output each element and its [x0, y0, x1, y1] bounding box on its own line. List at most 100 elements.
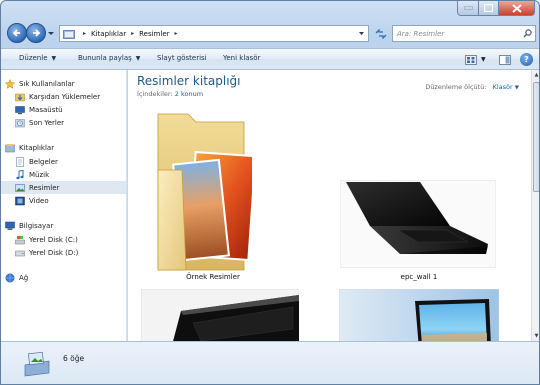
share-with-button[interactable]: Bununla paylaş ▼ [78, 54, 140, 62]
minimize-button[interactable] [457, 1, 479, 16]
help-icon: ? [524, 55, 529, 64]
libraries-icon [5, 143, 15, 152]
arrow-left-icon [12, 29, 20, 37]
item-count: 6 öğe [63, 354, 85, 363]
nav-item-recent-places[interactable]: Son Yerler [15, 116, 126, 129]
library-icon [63, 29, 75, 39]
nav-favorites-label: Sık Kullanılanlar [19, 79, 75, 88]
nav-computer-header[interactable]: Bilgisayar [5, 219, 130, 232]
preview-pane-icon [499, 54, 511, 65]
organize-button[interactable]: Düzenle ▼ [19, 54, 56, 62]
navigation-pane: Sık Kullanılanlar Karşıdan Yüklemeler Ma… [1, 70, 127, 341]
explorer-window: ▸ Kitaplıklar ▸ Resimler ▸ Ara: Resimler… [0, 0, 540, 385]
help-button[interactable]: ? [520, 53, 533, 66]
chevron-down-icon: ▼ [51, 54, 57, 62]
nav-item-pictures-label: Resimler [29, 183, 60, 192]
nav-item-videos[interactable]: Video [15, 194, 126, 207]
nav-item-disk-c[interactable]: Yerel Disk (C:) [15, 233, 126, 246]
list-item[interactable] [339, 289, 499, 341]
address-bar[interactable]: ▸ Kitaplıklar ▸ Resimler ▸ [59, 25, 369, 42]
breadcrumb-libraries[interactable]: Kitaplıklar [91, 30, 126, 38]
recent-places-icon [15, 118, 25, 127]
scroll-down-icon[interactable]: ▼ [533, 332, 539, 340]
nav-item-pictures[interactable]: Resimler [1, 181, 126, 194]
nav-item-desktop-label: Masaüstü [29, 105, 63, 114]
change-view-button[interactable]: ▼ [465, 52, 486, 67]
nav-item-desktop[interactable]: Masaüstü [15, 103, 126, 116]
nav-item-documents[interactable]: Belgeler [15, 155, 126, 168]
folder-icon [157, 113, 252, 271]
breadcrumb-separator-icon[interactable]: ▸ [175, 30, 178, 37]
navigation-bar: ▸ Kitaplıklar ▸ Resimler ▸ Ara: Resimler [5, 23, 537, 45]
preview-pane-button[interactable] [499, 52, 511, 67]
close-icon [511, 3, 522, 13]
library-includes: İçindekiler: 2 konum [137, 90, 203, 98]
item-label: Örnek Resimler [186, 273, 240, 281]
refresh-button[interactable] [373, 25, 389, 42]
view-thumbnails-icon [465, 54, 477, 65]
nav-item-videos-label: Video [29, 196, 49, 205]
breadcrumb-separator-icon[interactable]: ▸ [131, 30, 134, 37]
search-input[interactable]: Ara: Resimler [397, 30, 444, 38]
slideshow-button[interactable]: Slayt gösterisi [157, 54, 207, 62]
search-icon[interactable] [523, 29, 532, 38]
list-item[interactable] [150, 107, 260, 287]
chevron-down-icon: ▼ [135, 54, 141, 62]
drive-icon [15, 250, 25, 256]
breadcrumb-separator-icon: ▸ [83, 30, 87, 37]
new-folder-label: Yeni klasör [223, 54, 261, 62]
nav-libraries-label: Kitaplıklar [19, 143, 55, 152]
new-folder-button[interactable]: Yeni klasör [223, 54, 260, 62]
forward-button[interactable] [26, 23, 46, 43]
nav-item-documents-label: Belgeler [29, 157, 58, 166]
breadcrumb-pictures[interactable]: Resimler [139, 30, 169, 38]
chevron-down-icon[interactable] [358, 30, 365, 37]
image-thumbnail [339, 179, 497, 269]
arrange-by-dropdown[interactable]: Klasör ▼ [493, 83, 519, 91]
share-with-label: Bununla paylaş [78, 54, 132, 62]
scroll-up-icon[interactable]: ▲ [533, 71, 539, 79]
chevron-down-icon: ▼ [514, 85, 519, 91]
recent-pages-dropdown[interactable] [47, 29, 55, 37]
nav-item-music[interactable]: Müzik [15, 168, 126, 181]
list-item[interactable] [339, 179, 497, 270]
vertical-scrollbar[interactable]: ▲ ▼ [531, 70, 539, 341]
refresh-icon [375, 28, 387, 39]
music-note-icon [16, 169, 24, 179]
nav-item-disk-d-label: Yerel Disk (D:) [29, 248, 79, 257]
image-thumbnail [339, 289, 499, 341]
organize-label: Düzenle [19, 54, 48, 62]
nav-computer-label: Bilgisayar [19, 221, 54, 230]
chevron-down-icon[interactable]: ▼ [481, 56, 486, 63]
nav-item-downloads[interactable]: Karşıdan Yüklemeler [15, 90, 126, 103]
image-thumbnail [141, 289, 299, 341]
downloads-folder-icon [15, 93, 25, 101]
list-item[interactable] [141, 289, 299, 341]
details-pane: 6 öğe [1, 341, 539, 384]
pictures-icon [15, 183, 25, 192]
nav-network-header[interactable]: Ağ [5, 271, 130, 284]
star-icon [5, 78, 15, 89]
command-bar: Düzenle ▼ Bununla paylaş ▼ Slayt gösteri… [1, 48, 539, 70]
video-icon [15, 196, 25, 205]
maximize-button[interactable] [479, 1, 499, 16]
chevron-down-icon [48, 32, 54, 35]
system-drive-icon [15, 235, 25, 244]
nav-libraries-header[interactable]: Kitaplıklar [5, 141, 130, 154]
nav-item-downloads-label: Karşıdan Yüklemeler [29, 92, 101, 101]
nav-item-disk-d[interactable]: Yerel Disk (D:) [15, 246, 126, 259]
slideshow-label: Slayt gösterisi [157, 54, 207, 62]
computer-icon [5, 221, 15, 230]
includes-locations-link[interactable]: 2 konum [175, 90, 203, 98]
maximize-icon [484, 4, 493, 12]
network-icon [5, 273, 15, 282]
arrange-by-value: Klasör [492, 83, 513, 91]
back-button[interactable] [7, 23, 27, 43]
close-button[interactable] [499, 1, 535, 16]
desktop-icon [15, 105, 25, 114]
minimize-icon [463, 6, 473, 10]
search-box[interactable]: Ara: Resimler [392, 25, 536, 42]
nav-item-music-label: Müzik [29, 170, 50, 179]
scrollbar-thumb[interactable] [533, 82, 539, 192]
nav-favorites-header[interactable]: Sık Kullanılanlar [5, 77, 130, 90]
